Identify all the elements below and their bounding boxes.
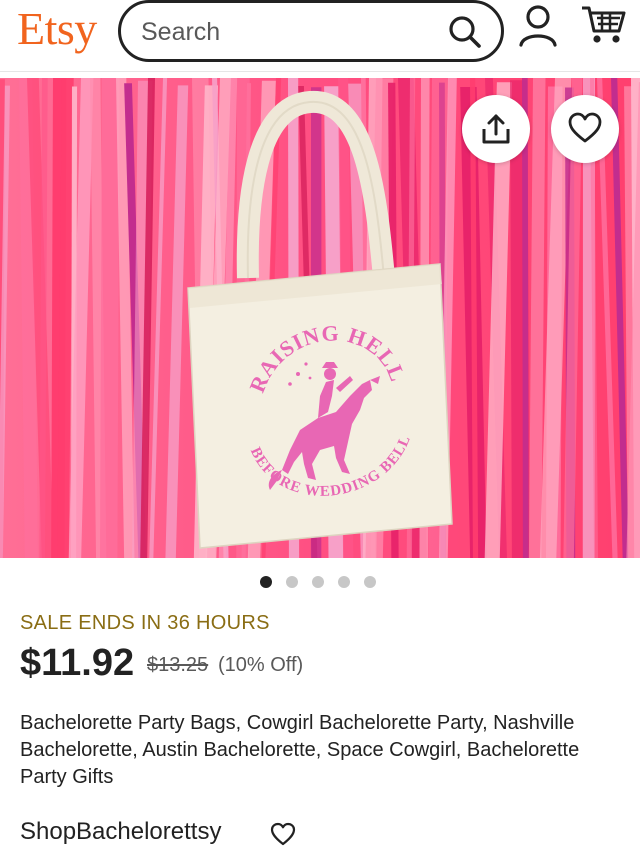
discount-label: (10% Off) — [218, 654, 304, 676]
tote-bag-photo: RAISING HELL BEFORE WEDDING BELLS — [0, 78, 640, 558]
search-input[interactable] — [141, 15, 431, 49]
price: $11.92 — [20, 642, 135, 684]
original-price: $13.25 — [147, 654, 209, 676]
sale-notice: SALE ENDS IN 36 HOURS — [20, 612, 270, 634]
listing-title: Bachelorette Party Bags, Cowgirl Bachelo… — [20, 712, 580, 788]
user-icon[interactable] — [518, 4, 558, 48]
listing-image[interactable]: RAISING HELL BEFORE WEDDING BELLS — [0, 78, 640, 558]
top-header: Etsy — [0, 0, 640, 72]
cart-icon[interactable] — [580, 4, 626, 46]
carousel-dot[interactable] — [364, 576, 376, 588]
listing-page: Etsy Search RAISING HELL BEF RE WEDDING … — [0, 0, 640, 853]
heart-icon[interactable] — [270, 822, 296, 846]
share-button[interactable] — [462, 95, 530, 163]
favorite-button[interactable] — [551, 95, 619, 163]
etsy-logo[interactable]: Etsy — [17, 2, 97, 55]
heart-icon — [568, 112, 602, 143]
share-icon — [482, 114, 510, 144]
carousel-dot[interactable] — [286, 576, 298, 588]
carousel-dot[interactable] — [260, 576, 272, 588]
search-bar[interactable] — [118, 0, 504, 62]
carousel-dot[interactable] — [312, 576, 324, 588]
shop-name-link[interactable]: ShopBachelorettsy — [20, 818, 221, 846]
search-icon[interactable] — [447, 14, 483, 50]
carousel-dot[interactable] — [338, 576, 350, 588]
